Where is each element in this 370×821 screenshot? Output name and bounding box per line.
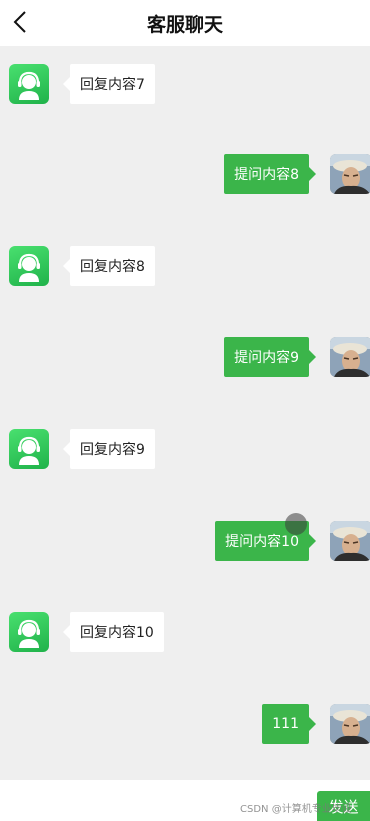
user-photo-icon [330,704,370,744]
message-row: 回复内容7 [0,62,370,110]
user-avatar [330,521,370,561]
message-row: 回复内容9 [0,427,370,475]
watermark: CSDN @计算机专业毕设 [240,804,352,815]
reply-bubble: 回复内容9 [63,429,155,469]
message-row: 提问内容10 [0,519,370,567]
service-avatar [9,246,49,286]
service-avatar [9,612,49,652]
headset-agent-icon [18,71,40,100]
question-bubble: 提问内容9 [224,337,316,377]
user-photo-icon [330,337,370,377]
reply-bubble: 回复内容10 [63,612,164,652]
touch-indicator [285,513,307,535]
reply-bubble: 回复内容8 [63,246,155,286]
headset-agent-icon [18,436,40,465]
user-photo-icon [330,521,370,561]
message-row: 提问内容9 [0,335,370,383]
service-avatar [9,429,49,469]
chat-list[interactable]: 回复内容7 提问内容8 回复内容8 提问内容9 回复内容9 提问内容10 回复内… [0,46,370,780]
reply-bubble: 回复内容7 [63,64,155,104]
headset-agent-icon [18,619,40,648]
service-avatar [9,64,49,104]
page-title: 客服聊天 [146,13,223,36]
header-bar: 客服聊天 [0,0,370,46]
message-row: 回复内容8 [0,244,370,292]
user-avatar [330,337,370,377]
message-row: 回复内容10 [0,610,370,658]
user-photo-icon [330,154,370,194]
message-row: 提问内容8 [0,152,370,200]
question-bubble: 111 [262,704,316,744]
headset-agent-icon [18,253,40,282]
chevron-left-icon [13,11,26,33]
user-avatar [330,704,370,744]
user-avatar [330,154,370,194]
message-row: 111 [0,702,370,750]
back-button[interactable] [8,6,32,38]
question-bubble: 提问内容8 [224,154,316,194]
